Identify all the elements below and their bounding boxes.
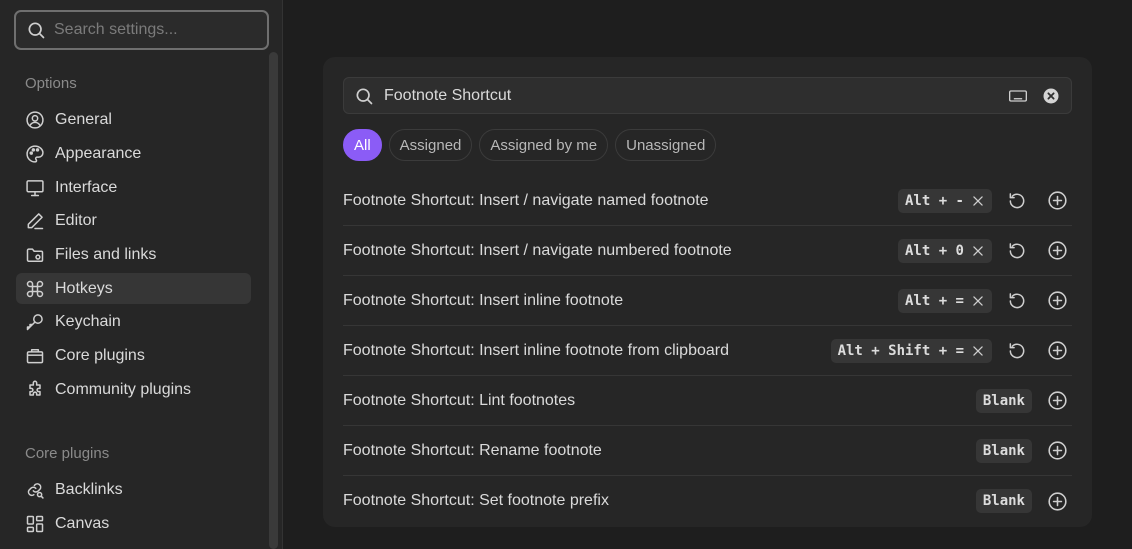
hotkey-combo: Blank — [982, 392, 1025, 409]
filter-chip-unassigned[interactable]: Unassigned — [615, 129, 717, 161]
hotkey-row: Footnote Shortcut: Lint footnotes Blank — [343, 376, 1072, 426]
settings-search-input[interactable] — [54, 21, 254, 39]
add-hotkey-icon[interactable] — [1046, 390, 1068, 412]
hotkey-combo: Alt + Shift + = — [837, 342, 964, 359]
sidebar-item-editor[interactable]: Editor — [16, 205, 251, 236]
sidebar-item-canvas[interactable]: Canvas — [16, 508, 251, 539]
sidebar-item-interface[interactable]: Interface — [16, 172, 251, 203]
reset-hotkey-icon[interactable] — [1006, 190, 1028, 212]
settings-sidebar: Options General Appearance Interface Edi… — [0, 0, 283, 549]
sidebar-item-community-plugins[interactable]: Community plugins — [16, 374, 251, 405]
hotkey-combo: Blank — [982, 442, 1025, 459]
search-icon — [28, 22, 45, 39]
pen-icon — [25, 211, 45, 231]
command-name: Footnote Shortcut: Insert inline footnot… — [343, 291, 624, 309]
hotkey-badge: Alt + Shift + = — [830, 338, 992, 363]
hotkey-row: Footnote Shortcut: Rename footnote Blank — [343, 426, 1072, 476]
hotkey-row: Footnote Shortcut: Set footnote prefix B… — [343, 476, 1072, 526]
command-name: Footnote Shortcut: Rename footnote — [343, 441, 602, 459]
hotkeys-panel: All Assigned Assigned by me Unassigned F… — [323, 57, 1092, 527]
remove-hotkey-icon[interactable] — [971, 194, 985, 208]
sidebar-item-label: General — [55, 110, 112, 128]
monitor-icon — [25, 178, 45, 198]
hotkey-combo: Alt + = — [904, 292, 964, 309]
sidebar-item-label: Files and links — [55, 245, 157, 263]
hotkey-row: Footnote Shortcut: Insert / navigate nam… — [343, 176, 1072, 226]
hotkey-badge-blank: Blank — [975, 388, 1032, 413]
hotkey-search-box[interactable] — [343, 77, 1072, 114]
sidebar-item-label: Interface — [55, 178, 118, 196]
sidebar-item-label: Keychain — [55, 312, 121, 330]
filter-chip-assigned-by-me[interactable]: Assigned by me — [479, 129, 609, 161]
command-icon — [25, 279, 45, 299]
sidebar-item-appearance[interactable]: Appearance — [16, 138, 251, 169]
hotkey-search-input[interactable] — [384, 86, 1008, 105]
filter-chip-all[interactable]: All — [343, 129, 382, 161]
remove-hotkey-icon[interactable] — [971, 244, 985, 258]
sidebar-item-label: Editor — [55, 211, 97, 229]
reset-hotkey-icon[interactable] — [1006, 240, 1028, 262]
hotkey-badge: Alt + 0 — [897, 238, 992, 263]
hotkey-list: Footnote Shortcut: Insert / navigate nam… — [343, 176, 1072, 526]
hotkey-badge-blank: Blank — [975, 438, 1032, 463]
add-hotkey-icon[interactable] — [1046, 440, 1068, 462]
command-name: Footnote Shortcut: Insert / navigate nam… — [343, 191, 709, 209]
sidebar-item-label: Community plugins — [55, 380, 192, 398]
reset-hotkey-icon[interactable] — [1006, 290, 1028, 312]
command-name: Footnote Shortcut: Insert / navigate num… — [343, 241, 732, 259]
command-name: Footnote Shortcut: Set footnote prefix — [343, 492, 609, 509]
sidebar-item-label: Backlinks — [55, 480, 123, 498]
sidebar-item-core-plugins[interactable]: Core plugins — [16, 340, 251, 371]
filter-chip-assigned[interactable]: Assigned — [388, 129, 473, 161]
hotkey-row: Footnote Shortcut: Insert inline footnot… — [343, 326, 1072, 376]
sidebar-item-files-and-links[interactable]: Files and links — [16, 239, 251, 270]
sidebar-item-keychain[interactable]: Keychain — [16, 306, 251, 337]
link-search-icon — [25, 480, 45, 500]
command-name: Footnote Shortcut: Lint footnotes — [343, 391, 576, 409]
hotkey-filter-chips: All Assigned Assigned by me Unassigned — [343, 129, 717, 161]
hotkey-row: Footnote Shortcut: Insert inline footnot… — [343, 276, 1072, 326]
folder-icon — [25, 245, 45, 265]
hotkey-combo: Alt + - — [904, 192, 964, 209]
sidebar-scrollbar[interactable] — [269, 52, 278, 549]
search-icon — [356, 88, 373, 104]
sidebar-item-label: Core plugins — [55, 346, 145, 364]
hotkey-badge: Alt + - — [897, 188, 992, 213]
layout-dashboard-icon — [25, 514, 45, 534]
add-hotkey-icon[interactable] — [1046, 240, 1068, 262]
settings-search-box[interactable] — [14, 10, 269, 50]
remove-hotkey-icon[interactable] — [971, 344, 985, 358]
hotkey-badge: Alt + = — [897, 288, 992, 313]
sidebar-item-label: Appearance — [55, 144, 142, 162]
section-heading-core-plugins: Core plugins — [25, 445, 110, 462]
hotkey-row: Footnote Shortcut: Insert / navigate num… — [343, 226, 1072, 276]
briefcase-icon — [25, 346, 45, 366]
palette-icon — [25, 144, 45, 164]
reset-hotkey-icon[interactable] — [1006, 340, 1028, 362]
hotkey-combo: Blank — [982, 493, 1025, 509]
clear-search-icon[interactable] — [1042, 87, 1060, 105]
add-hotkey-icon[interactable] — [1046, 490, 1068, 512]
puzzle-icon — [25, 380, 45, 400]
remove-hotkey-icon[interactable] — [971, 294, 985, 308]
user-circle-icon — [25, 110, 45, 130]
sidebar-item-label: Hotkeys — [55, 279, 113, 297]
keyboard-icon[interactable] — [1008, 86, 1028, 106]
hotkey-badge-blank: Blank — [975, 489, 1032, 513]
add-hotkey-icon[interactable] — [1046, 340, 1068, 362]
key-icon — [25, 312, 45, 332]
sidebar-item-backlinks[interactable]: Backlinks — [16, 474, 251, 505]
add-hotkey-icon[interactable] — [1046, 290, 1068, 312]
section-heading-options: Options — [25, 75, 77, 92]
hotkey-combo: Alt + 0 — [904, 242, 964, 259]
add-hotkey-icon[interactable] — [1046, 190, 1068, 212]
sidebar-item-label: Canvas — [55, 514, 110, 532]
command-name: Footnote Shortcut: Insert inline footnot… — [343, 341, 729, 359]
sidebar-item-hotkeys[interactable]: Hotkeys — [16, 273, 251, 304]
sidebar-item-general[interactable]: General — [16, 104, 251, 135]
